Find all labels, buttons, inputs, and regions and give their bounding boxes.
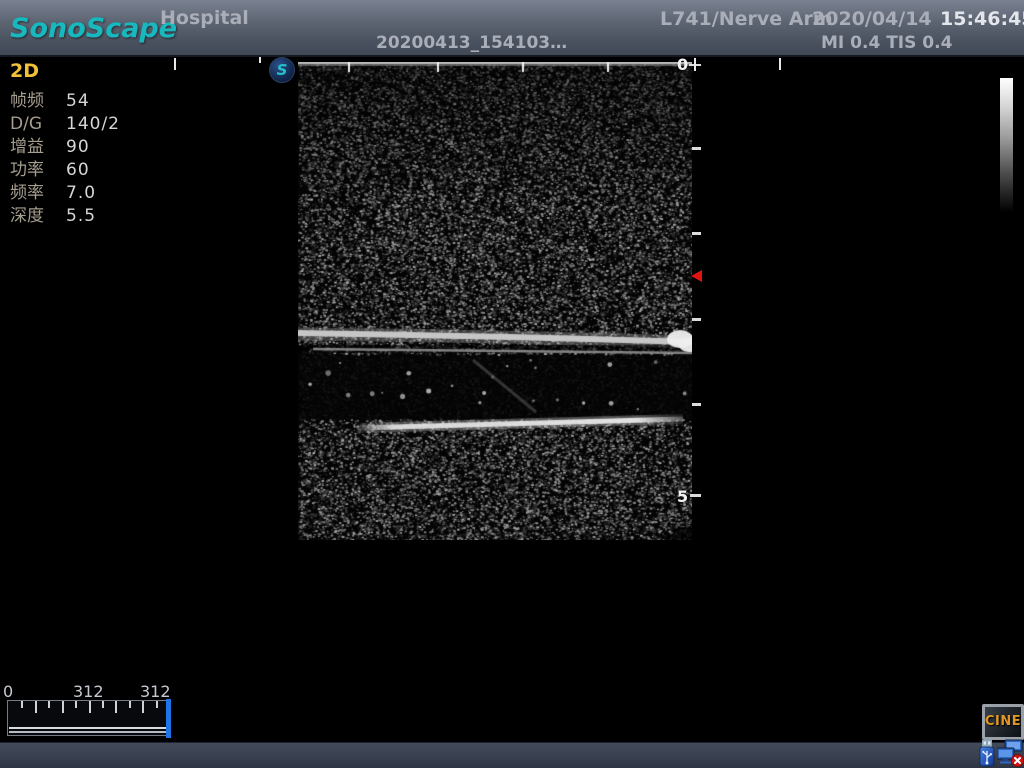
param-row-frame-rate: 帧频 54 xyxy=(10,90,120,113)
param-label: D/G xyxy=(10,113,66,136)
param-value: 7.0 xyxy=(66,182,96,205)
scrubber-tick xyxy=(48,701,50,708)
cine-scrubber-track[interactable] xyxy=(7,700,170,736)
network-offline-icon[interactable] xyxy=(997,739,1024,767)
hospital-name: Hospital xyxy=(160,7,249,29)
depth-ruler-bottom-label: 5 xyxy=(677,487,688,506)
param-label: 频率 xyxy=(10,182,66,205)
usb-storage-icon[interactable] xyxy=(977,740,997,767)
system-date: 2020/04/14 xyxy=(812,8,932,30)
roi-boundary-tick-inner xyxy=(259,57,261,63)
system-time: 15:46:45 xyxy=(940,8,1024,30)
roi-boundary-tick-right xyxy=(779,58,781,70)
mode-label: 2D xyxy=(10,60,120,82)
depth-ruler-top-label: 0 xyxy=(677,55,688,74)
scrubber-baseline-1 xyxy=(9,727,168,729)
depth-ruler-top-tick-vertical xyxy=(694,58,696,71)
param-value: 54 xyxy=(66,90,90,113)
scrubber-tick xyxy=(89,701,91,713)
scrubber-tick xyxy=(21,701,23,708)
scrubber-tick xyxy=(62,701,64,713)
depth-ruler-cm-tick xyxy=(692,318,701,321)
probe-orientation-badge: S xyxy=(269,57,295,83)
depth-ruler-cm-tick xyxy=(692,232,701,235)
roi-boundary-tick-left xyxy=(174,58,176,70)
param-value: 60 xyxy=(66,159,90,182)
depth-ruler-bottom-tick xyxy=(690,494,701,497)
scrubber-baseline-2 xyxy=(9,731,168,733)
param-row-dynamic-range: D/G 140/2 xyxy=(10,113,120,136)
cine-current-frame: 312 xyxy=(73,682,104,701)
scrubber-tick xyxy=(35,701,37,713)
bottom-task-bar xyxy=(0,742,1024,768)
param-row-frequency: 频率 7.0 xyxy=(10,182,120,205)
param-row-power: 功率 60 xyxy=(10,159,120,182)
param-value: 5.5 xyxy=(66,205,96,228)
param-label: 增益 xyxy=(10,136,66,159)
param-row-depth: 深度 5.5 xyxy=(10,205,120,228)
ultrasound-image xyxy=(298,62,692,540)
param-value: 140/2 xyxy=(66,113,120,136)
param-value: 90 xyxy=(66,136,90,159)
scrubber-tick xyxy=(142,701,144,713)
focus-position-marker[interactable] xyxy=(691,270,702,282)
scrubber-tick xyxy=(129,701,131,708)
probe-preset: L741/Nerve Arm xyxy=(660,8,833,30)
cine-playhead[interactable] xyxy=(166,699,171,738)
param-row-gain: 增益 90 xyxy=(10,136,120,159)
param-label: 功率 xyxy=(10,159,66,182)
grayscale-map-bar xyxy=(1000,78,1013,212)
scrubber-tick xyxy=(75,701,77,708)
depth-ruler-cm-tick xyxy=(692,147,701,150)
exam-id: 20200413_154103… xyxy=(376,33,567,53)
depth-ruler-cm-tick xyxy=(692,403,701,406)
brand-logo: SonoScape xyxy=(10,13,177,44)
imaging-parameter-panel: 2D 帧频 54 D/G 140/2 增益 90 功率 60 频率 7.0 深度… xyxy=(10,60,120,228)
cine-mode-button[interactable]: CINE xyxy=(982,704,1024,740)
scrubber-tick xyxy=(115,701,117,713)
cine-start-frame: 0 xyxy=(3,682,13,701)
param-label: 帧频 xyxy=(10,90,66,113)
scrubber-tick xyxy=(102,701,104,708)
scrubber-tick xyxy=(156,701,158,708)
param-label: 深度 xyxy=(10,205,66,228)
acoustic-indices: MI 0.4 TIS 0.4 xyxy=(821,33,952,53)
ultrasound-screen: SonoScape Hospital L741/Nerve Arm 2020/0… xyxy=(0,0,1024,768)
top-status-bar: SonoScape Hospital L741/Nerve Arm 2020/0… xyxy=(0,0,1024,57)
